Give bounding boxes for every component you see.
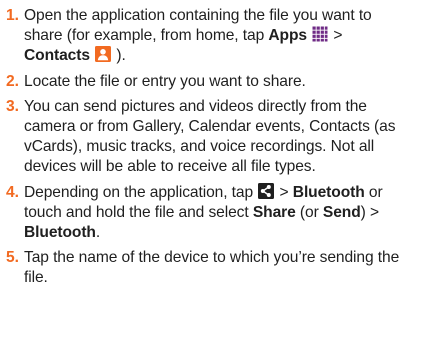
step-number: 4.: [6, 183, 19, 201]
send-label: Send: [322, 203, 361, 221]
step-text: You can send pictures and videos directl…: [24, 97, 396, 176]
step-text-part: (or: [295, 203, 323, 221]
step-text: Tap the name of the device to which you’…: [24, 249, 400, 287]
step-text-part: ) >: [360, 203, 379, 221]
step-text-part: Depending on the application, tap: [24, 183, 258, 201]
instruction-page: 1. Open the application containing the f…: [0, 0, 421, 340]
bluetooth-label: Bluetooth: [292, 183, 365, 201]
share-label: Share: [252, 203, 296, 221]
contacts-icon: [95, 46, 112, 63]
step-3: 3. You can send pictures and videos dire…: [6, 97, 411, 178]
step-text: Depending on the application, tap > Blue…: [24, 182, 411, 244]
step-4: 4. Depending on the application, tap > B…: [6, 182, 411, 244]
step-number: 1.: [6, 7, 19, 24]
step-number: 2.: [6, 72, 19, 90]
step-text-part: ).: [112, 47, 126, 65]
step-5: 5. Tap the name of the device to which y…: [6, 248, 411, 288]
share-icon: [258, 182, 275, 199]
apps-label: Apps: [268, 27, 307, 45]
step-number: 5.: [6, 249, 19, 267]
bluetooth-label: Bluetooth: [24, 224, 96, 242]
step-text-part: >: [329, 27, 343, 45]
apps-grid-icon: [312, 26, 329, 43]
step-1: 1. Open the application containing the f…: [6, 6, 411, 67]
steps-list: 1. Open the application containing the f…: [6, 6, 411, 289]
contacts-label: Contacts: [24, 47, 90, 65]
step-text: Locate the file or entry you want to sha…: [24, 72, 306, 90]
step-text-part: .: [95, 224, 101, 242]
step-2: 2. Locate the file or entry you want to …: [6, 72, 411, 92]
step-text: Open the application containing the file…: [24, 6, 411, 67]
step-number: 3.: [6, 97, 19, 115]
step-text-part: >: [275, 183, 293, 201]
